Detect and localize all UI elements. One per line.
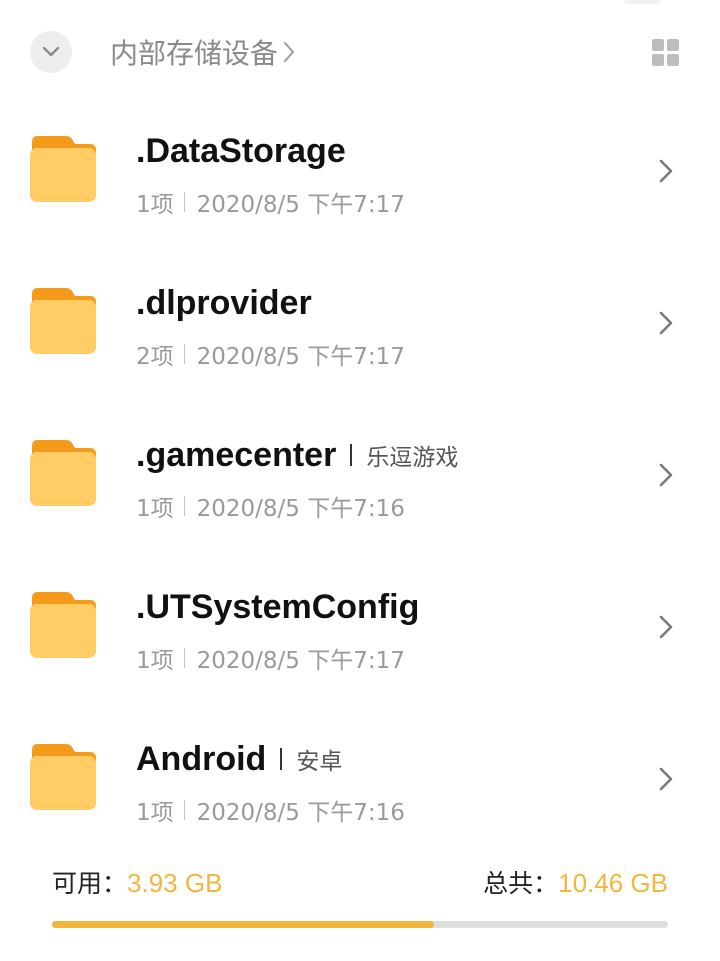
modified-date: 2020/8/5 下午7:17 bbox=[196, 192, 405, 218]
divider bbox=[183, 648, 185, 668]
item-count: 1项 bbox=[136, 496, 174, 522]
modified-date: 2020/8/5 下午7:17 bbox=[196, 344, 405, 370]
grid-view-icon[interactable] bbox=[652, 39, 680, 67]
available-label: 可用： bbox=[52, 869, 128, 898]
breadcrumb-label: 内部存储设备 bbox=[110, 37, 279, 70]
item-count: 1项 bbox=[136, 800, 174, 826]
list-item[interactable]: .dlprovider 2项 2020/8/5 下午7:17 bbox=[0, 250, 720, 402]
divider bbox=[350, 444, 353, 466]
folder-icon bbox=[30, 136, 96, 202]
list-item[interactable]: .DataStorage 1项 2020/8/5 下午7:17 bbox=[0, 98, 720, 250]
chevron-right-icon bbox=[659, 159, 673, 183]
file-name: .gamecenter bbox=[136, 435, 337, 474]
item-count: 1项 bbox=[136, 648, 174, 674]
app-label: 安卓 bbox=[296, 749, 343, 775]
folder-icon bbox=[30, 744, 96, 810]
folder-icon bbox=[30, 592, 96, 658]
item-count: 2项 bbox=[136, 344, 174, 370]
available-value: 3.93 GB bbox=[127, 868, 223, 898]
chevron-right-icon bbox=[282, 40, 296, 64]
modified-date: 2020/8/5 下午7:17 bbox=[196, 648, 405, 674]
chevron-right-icon bbox=[659, 463, 673, 487]
list-item[interactable]: Android 安卓 1项 2020/8/5 下午7:16 bbox=[0, 706, 720, 858]
file-list: .DataStorage 1项 2020/8/5 下午7:17 .dlprovi… bbox=[0, 98, 720, 858]
folder-icon bbox=[30, 440, 96, 506]
app-tag: 安卓 bbox=[280, 742, 342, 776]
chevron-down-icon bbox=[42, 46, 60, 57]
chevron-right-icon bbox=[659, 615, 673, 639]
total-value: 10.46 GB bbox=[558, 868, 668, 898]
divider bbox=[183, 192, 185, 212]
list-item[interactable]: .gamecenter 乐逗游戏 1项 2020/8/5 下午7:16 bbox=[0, 402, 720, 554]
divider bbox=[183, 344, 185, 364]
file-name: .dlprovider bbox=[136, 283, 312, 322]
storage-summary: 可用：3.93 GB 总共：10.46 GB bbox=[52, 862, 668, 932]
divider bbox=[183, 496, 185, 516]
file-name: Android bbox=[136, 739, 267, 778]
app-label: 乐逗游戏 bbox=[366, 445, 459, 471]
total-label: 总共： bbox=[483, 869, 559, 898]
file-name: .UTSystemConfig bbox=[136, 587, 420, 626]
divider bbox=[280, 748, 283, 770]
modified-date: 2020/8/5 下午7:16 bbox=[196, 496, 405, 522]
chevron-right-icon bbox=[659, 311, 673, 335]
modified-date: 2020/8/5 下午7:16 bbox=[196, 800, 405, 826]
folder-icon bbox=[30, 288, 96, 354]
breadcrumb[interactable]: 内部存储设备 bbox=[110, 30, 296, 74]
header-bar: 内部存储设备 bbox=[0, 0, 720, 105]
app-tag: 乐逗游戏 bbox=[350, 438, 458, 472]
list-item[interactable]: .UTSystemConfig 1项 2020/8/5 下午7:17 bbox=[0, 554, 720, 706]
file-name: .DataStorage bbox=[136, 131, 346, 170]
storage-usage-bar bbox=[52, 921, 668, 928]
top-scroll-indicator bbox=[624, 0, 662, 4]
item-count: 1项 bbox=[136, 192, 174, 218]
divider bbox=[183, 800, 185, 820]
collapse-button[interactable] bbox=[30, 31, 72, 73]
chevron-right-icon bbox=[659, 767, 673, 791]
storage-usage-fill bbox=[52, 921, 434, 928]
file-manager-screen: 内部存储设备 .DataStorage 1项 2020/8/5 下午7:17 .… bbox=[0, 0, 720, 961]
